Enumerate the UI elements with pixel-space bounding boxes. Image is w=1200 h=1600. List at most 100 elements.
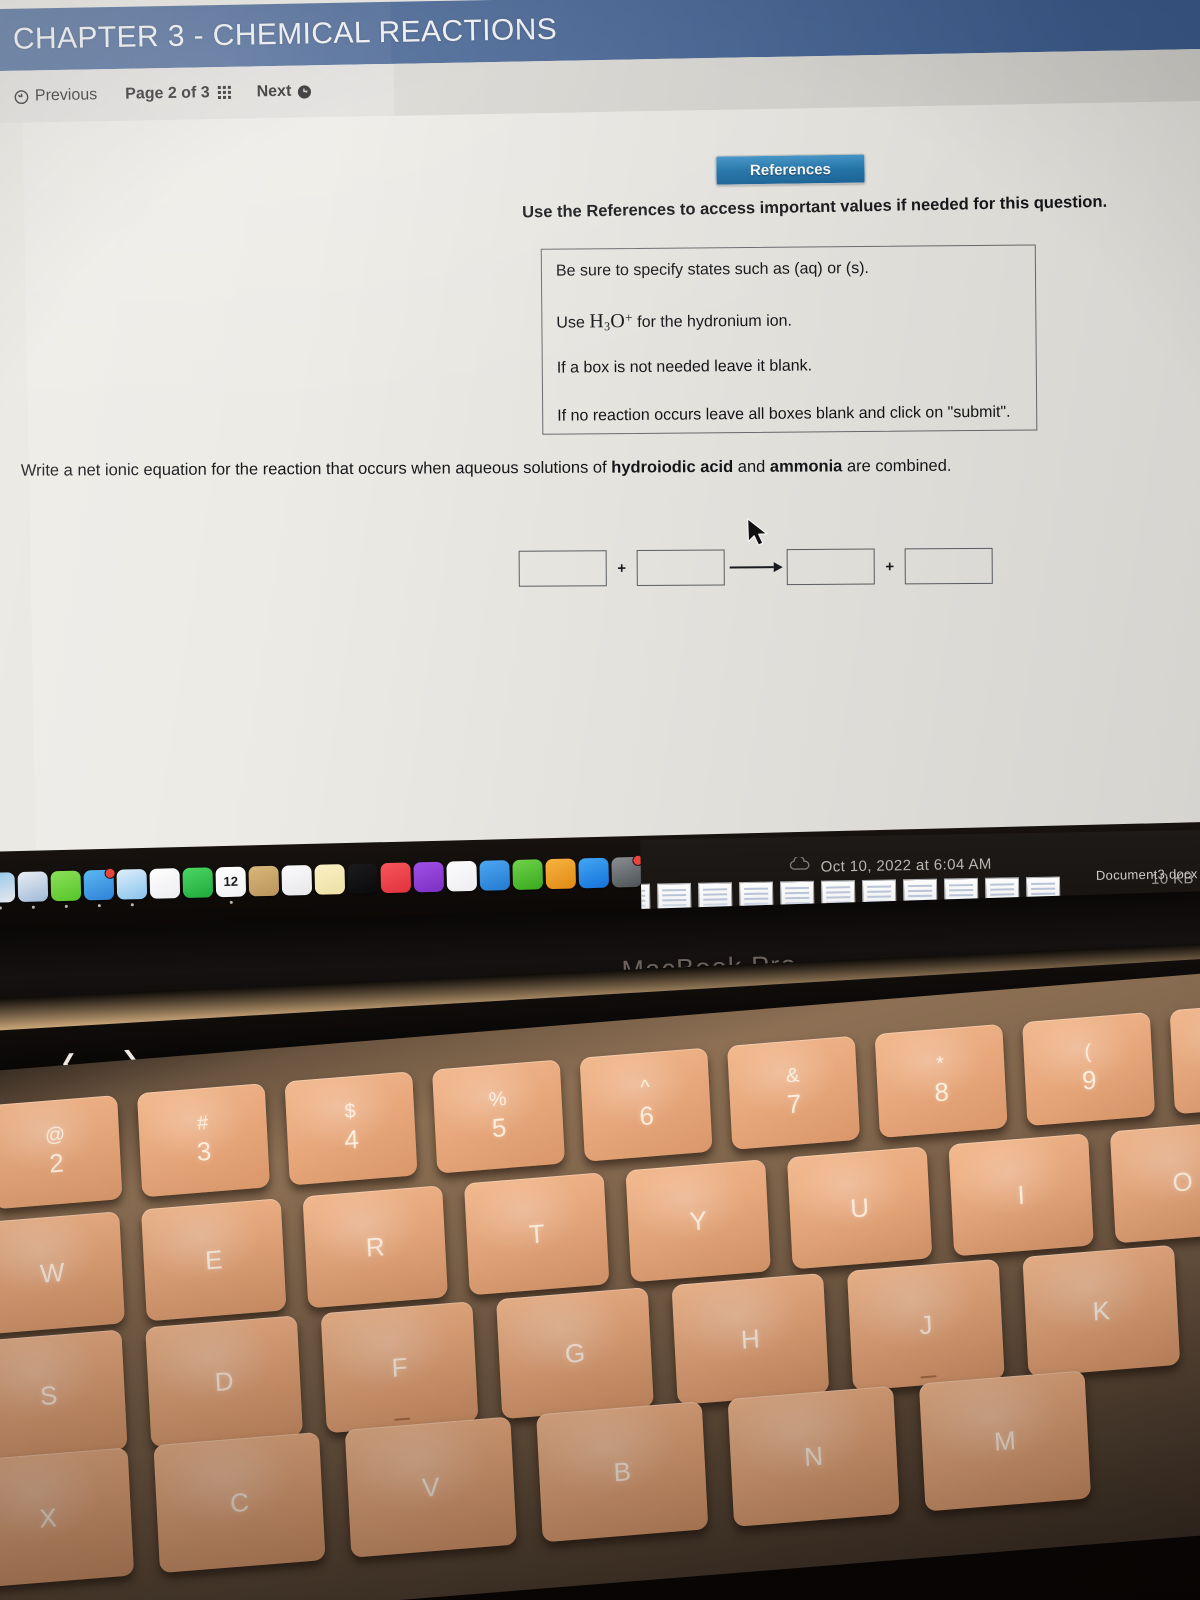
prompt-part-1: Write a net ionic equation for the react… [20, 458, 612, 480]
key-u[interactable]: U [786, 1146, 933, 1270]
dock-icon-systemsettings[interactable] [611, 856, 643, 888]
dock-icon-appletv[interactable] [347, 863, 379, 895]
key-x[interactable]: X [0, 1447, 135, 1589]
dock-icon-contacts[interactable] [248, 865, 280, 897]
key-9[interactable]: (9 [1022, 1011, 1156, 1127]
dock-icon-pages[interactable] [545, 858, 577, 890]
key-primary-label: B [612, 1455, 632, 1487]
key-0[interactable]: )0 [1169, 1000, 1200, 1115]
dock-icon-reminders[interactable] [281, 864, 313, 896]
key-primary-label: 4 [343, 1123, 360, 1155]
reactant-1-input[interactable] [518, 550, 607, 587]
key-h[interactable]: H [671, 1272, 830, 1406]
instruction-line-2: Use H3O+ for the hydronium ion. [556, 309, 792, 335]
reactant-2-input[interactable] [636, 549, 725, 587]
key-primary-label: 2 [48, 1147, 65, 1179]
thumbnail-text-lines [785, 886, 810, 890]
key-j[interactable]: J [846, 1258, 1005, 1391]
key-secondary-label: % [488, 1087, 508, 1112]
instruction-line-3: If a box is not needed leave it blank. [556, 357, 813, 377]
next-button[interactable]: Next [256, 82, 312, 101]
key-3[interactable]: #3 [136, 1083, 270, 1198]
next-label: Next [256, 82, 292, 101]
dock-icon-messages[interactable] [50, 870, 82, 908]
key-primary-label: K [1091, 1294, 1111, 1326]
dock-icon-notes[interactable] [314, 864, 346, 895]
dock-icon-safari[interactable] [17, 871, 49, 909]
references-hint-text: Use the References to access important v… [522, 192, 1108, 222]
dock-icon-appstore[interactable] [578, 857, 610, 889]
laptop-keyboard[interactable]: !1@2#3$4%5^6&7*8(9)0 QWERTYUIO ASDFGHJK … [0, 962, 1200, 1600]
dock-icon-music[interactable] [380, 862, 412, 894]
key-primary-label: C [229, 1486, 250, 1518]
key-v[interactable]: V [344, 1416, 517, 1558]
key-o[interactable]: O [1109, 1120, 1200, 1244]
thumbnail-text-lines [867, 885, 892, 888]
key-2[interactable]: @2 [0, 1095, 123, 1210]
key-primary-label: H [740, 1322, 761, 1355]
key-s[interactable]: S [0, 1329, 128, 1462]
dock-icon-calendar-date: 12 [223, 873, 239, 890]
dock-icon-facetime[interactable] [182, 867, 214, 899]
key-e[interactable]: E [141, 1198, 287, 1322]
reaction-arrow-icon [725, 560, 787, 574]
prompt-reagent-1: hydroiodic acid [611, 457, 734, 477]
dock-icon-mail[interactable] [83, 869, 115, 908]
key-primary-label: G [564, 1336, 586, 1369]
key-primary-label: V [421, 1470, 441, 1503]
key-secondary-label: ^ [639, 1076, 651, 1100]
dock-icon-photos[interactable] [149, 868, 181, 899]
dock-icon-finder[interactable] [0, 872, 16, 910]
file-modified-date: Oct 10, 2022 at 6:04 AM [820, 855, 992, 876]
key-t[interactable]: T [463, 1172, 610, 1296]
key-secondary-label: ( [1083, 1040, 1092, 1064]
plus-sign-right: + [885, 557, 895, 575]
dock-running-indicator [0, 906, 2, 910]
dock-running-indicator [64, 904, 68, 908]
circle-arrow-right-icon [297, 84, 312, 99]
product-1-input[interactable] [786, 548, 875, 586]
key-y[interactable]: Y [625, 1159, 771, 1283]
key-c[interactable]: C [153, 1431, 326, 1574]
previous-label: Previous [34, 86, 98, 105]
key-i[interactable]: I [948, 1133, 1094, 1257]
dock-icon-maps[interactable] [116, 868, 148, 907]
key-5[interactable]: % 5 [432, 1059, 566, 1174]
previous-button[interactable]: Previous [14, 86, 98, 106]
key-w[interactable]: W [0, 1211, 125, 1335]
dock-icon-podcasts[interactable] [413, 861, 445, 893]
page-indicator[interactable]: Page 2 of 3 [125, 84, 231, 104]
key-d[interactable]: D [145, 1315, 304, 1448]
key-primary-label: N [803, 1440, 824, 1472]
key-r[interactable]: R [302, 1185, 448, 1309]
key-6[interactable]: ^ 6 [579, 1047, 713, 1162]
key-primary-label: 9 [1081, 1064, 1098, 1096]
key-b[interactable]: B [536, 1401, 709, 1543]
key-4[interactable]: $4 [284, 1071, 418, 1186]
key-primary-label: F [390, 1351, 409, 1383]
formula-H: H [589, 310, 605, 333]
key-primary-label: O [1171, 1165, 1194, 1198]
dock-icon-keynote[interactable] [479, 860, 511, 891]
key-primary-label: 6 [638, 1100, 655, 1132]
key-n[interactable]: N [727, 1385, 900, 1527]
key-m[interactable]: M [918, 1370, 1092, 1512]
key-primary-label: T [527, 1217, 546, 1249]
question-prompt: Write a net ionic equation for the react… [21, 456, 1101, 481]
equation-input-row: + + [518, 547, 993, 587]
dock-icon-numbers[interactable] [512, 859, 544, 890]
references-button[interactable]: References [715, 153, 866, 186]
key-g[interactable]: G [496, 1287, 654, 1420]
dock-icon-news[interactable] [446, 860, 478, 892]
grid-icon[interactable] [217, 85, 231, 100]
key-k[interactable]: K [1022, 1244, 1181, 1377]
key-7[interactable]: & 7 [727, 1035, 861, 1150]
key-primary-label: E [204, 1243, 224, 1275]
dock-icon-calendar[interactable]: 12 [215, 866, 247, 904]
key-primary-label: R [365, 1230, 386, 1263]
thumbnail-text-lines [640, 889, 646, 893]
thumbnail-text-lines [908, 884, 933, 888]
product-2-input[interactable] [904, 547, 993, 585]
key-8[interactable]: * 8 [874, 1023, 1008, 1138]
key-f[interactable]: F [320, 1301, 479, 1434]
